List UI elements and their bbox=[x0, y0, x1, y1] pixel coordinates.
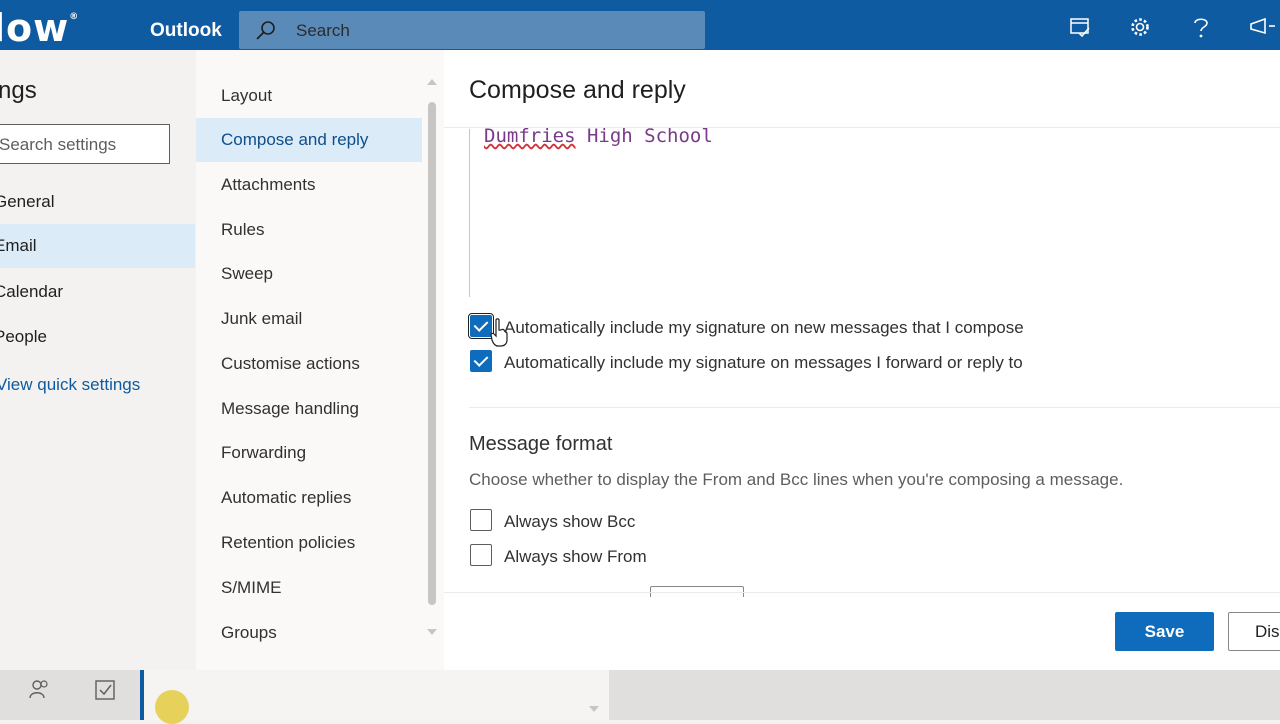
nav-groups[interactable]: Groups bbox=[196, 611, 422, 655]
nav-customise-actions[interactable]: Customise actions bbox=[196, 342, 422, 386]
search-box[interactable]: Search bbox=[239, 11, 705, 49]
scroll-up-arrow-icon[interactable] bbox=[427, 79, 437, 85]
always-show-bcc-label[interactable]: Always show Bcc bbox=[504, 512, 635, 532]
message-format-description: Choose whether to display the From and B… bbox=[469, 470, 1124, 489]
scroll-down-arrow-icon[interactable] bbox=[427, 629, 437, 635]
nav-sweep[interactable]: Sweep bbox=[196, 252, 422, 296]
always-show-bcc-checkbox[interactable] bbox=[470, 509, 492, 531]
settings-title: ngs bbox=[0, 77, 37, 104]
nav-smime[interactable]: S/MIME bbox=[196, 566, 422, 610]
message-list-backdrop bbox=[140, 670, 609, 720]
help-icon[interactable] bbox=[1190, 16, 1212, 40]
category-people[interactable]: People bbox=[0, 315, 195, 359]
search-settings-input[interactable]: Search settings bbox=[0, 124, 170, 164]
email-settings-nav: Layout Compose and reply Attachments Rul… bbox=[196, 50, 444, 670]
nav-attachments[interactable]: Attachments bbox=[196, 163, 422, 207]
include-signature-reply-label[interactable]: Automatically include my signature on me… bbox=[504, 353, 1023, 373]
nav-forwarding[interactable]: Forwarding bbox=[196, 431, 422, 475]
nav-rules[interactable]: Rules bbox=[196, 208, 422, 252]
category-general[interactable]: General bbox=[0, 180, 195, 224]
compose-and-reply-pane: Compose and reply Dumfries High School A… bbox=[444, 50, 1280, 670]
always-show-from-label[interactable]: Always show From bbox=[504, 547, 647, 567]
section-divider bbox=[469, 407, 1280, 408]
avatar bbox=[155, 690, 189, 724]
hand-pointer-icon bbox=[490, 318, 508, 347]
include-signature-new-label[interactable]: Automatically include my signature on ne… bbox=[504, 318, 1024, 338]
search-placeholder: Search bbox=[296, 21, 350, 40]
nav-layout[interactable]: Layout bbox=[196, 74, 422, 118]
my-day-icon[interactable] bbox=[1069, 16, 1091, 38]
settings-categories-pane: ngs Search settings General Email Calend… bbox=[0, 50, 196, 670]
people-icon[interactable] bbox=[28, 678, 50, 700]
app-name[interactable]: Outlook bbox=[150, 20, 222, 42]
page-title: Compose and reply bbox=[469, 76, 686, 104]
nav-message-handling[interactable]: Message handling bbox=[196, 387, 422, 431]
include-signature-new-checkbox[interactable] bbox=[468, 313, 494, 339]
include-signature-reply-checkbox[interactable] bbox=[470, 350, 492, 372]
feedback-megaphone-icon[interactable] bbox=[1249, 16, 1275, 38]
todo-check-icon[interactable] bbox=[94, 679, 116, 701]
message-format-heading: Message format bbox=[469, 433, 613, 455]
save-button[interactable]: Save bbox=[1115, 612, 1214, 651]
footer-divider bbox=[444, 592, 1280, 593]
nav-scrollbar[interactable] bbox=[428, 102, 436, 605]
nav-junk-email[interactable]: Junk email bbox=[196, 297, 422, 341]
mail-backdrop bbox=[0, 670, 1280, 724]
signature-editor[interactable]: Dumfries High School bbox=[469, 125, 1280, 297]
settings-gear-icon[interactable] bbox=[1129, 16, 1151, 38]
top-bar: low® Outlook Search bbox=[0, 0, 1280, 50]
signature-text[interactable]: Dumfries High School bbox=[484, 125, 713, 147]
nav-automatic-replies[interactable]: Automatic replies bbox=[196, 476, 422, 520]
category-calendar[interactable]: Calendar bbox=[0, 270, 195, 314]
category-email[interactable]: Email bbox=[0, 224, 195, 268]
always-show-from-checkbox[interactable] bbox=[470, 544, 492, 566]
chevron-down-icon bbox=[589, 706, 599, 712]
nav-retention-policies[interactable]: Retention policies bbox=[196, 521, 422, 565]
nav-compose-and-reply[interactable]: Compose and reply bbox=[196, 118, 422, 162]
search-icon bbox=[256, 21, 275, 40]
brand-logo: low® bbox=[0, 6, 80, 50]
view-quick-settings-link[interactable]: View quick settings bbox=[0, 375, 140, 395]
discard-button[interactable]: Dis bbox=[1228, 612, 1280, 651]
